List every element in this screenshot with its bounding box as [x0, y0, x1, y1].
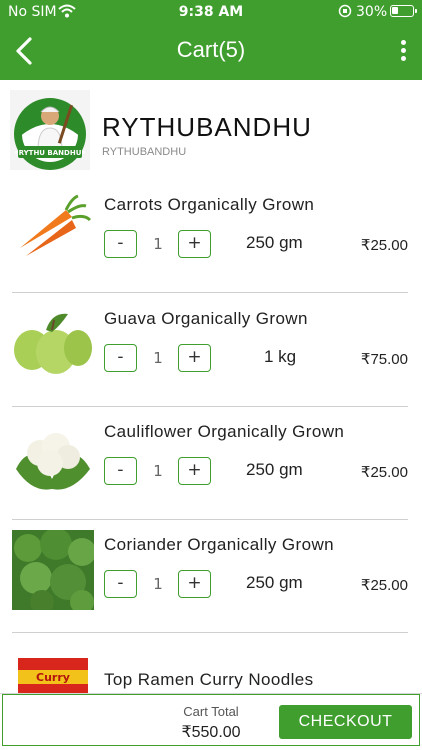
quantity-value: 1	[153, 575, 163, 593]
quantity-value: 1	[153, 349, 163, 367]
svg-text:Curry: Curry	[36, 671, 70, 684]
item-unit: 250 gm	[246, 233, 303, 252]
more-menu-button[interactable]	[398, 38, 408, 64]
store-subtitle: RYTHUBANDHU	[102, 146, 187, 158]
battery-icon	[390, 5, 417, 17]
noodles-image: Curry	[12, 658, 94, 694]
increase-quantity-button[interactable]: +	[178, 230, 211, 258]
item-name: Top Ramen Curry Noodles	[104, 670, 314, 689]
increase-quantity-button[interactable]: +	[178, 457, 211, 485]
item-price: ₹25.00	[360, 577, 408, 594]
guava-image	[12, 304, 94, 384]
quantity-value: 1	[153, 235, 163, 253]
app-header: No SIM 9:38 AM 30% Cart(5)	[0, 0, 422, 80]
store-header: •RYTHU BANDHU• RYTHUBANDHU RYTHUBANDHU	[0, 80, 422, 180]
cart-item: Cauliflower Organically Grown - 1 + 250 …	[0, 407, 422, 520]
item-price: ₹25.00	[360, 464, 408, 481]
divider	[12, 292, 408, 293]
quantity-value: 1	[153, 462, 163, 480]
decrease-quantity-button[interactable]: -	[104, 570, 137, 598]
divider	[12, 632, 408, 633]
cart-item: Curry Top Ramen Curry Noodles	[0, 634, 422, 694]
cart-item: Carrots Organically Grown - 1 + 250 gm ₹…	[0, 180, 422, 293]
item-unit: 250 gm	[246, 460, 303, 479]
checkout-button[interactable]: CHECKOUT	[279, 705, 412, 739]
page-title: Cart(5)	[176, 37, 246, 62]
decrease-quantity-button[interactable]: -	[104, 457, 137, 485]
battery-percent: 30%	[356, 4, 388, 20]
item-name: Carrots Organically Grown	[104, 195, 315, 214]
cart-total-value: ₹550.00	[181, 724, 241, 741]
decrease-quantity-button[interactable]: -	[104, 230, 137, 258]
store-logo: •RYTHU BANDHU•	[10, 90, 90, 170]
svg-text:•RYTHU BANDHU•: •RYTHU BANDHU•	[14, 149, 86, 157]
increase-quantity-button[interactable]: +	[178, 570, 211, 598]
store-name: RYTHUBANDHU	[102, 112, 312, 142]
increase-quantity-button[interactable]: +	[178, 344, 211, 372]
cart-item: Guava Organically Grown - 1 + 1 kg ₹75.0…	[0, 294, 422, 407]
item-price: ₹75.00	[360, 351, 408, 368]
item-price: ₹25.00	[360, 237, 408, 254]
more-vertical-icon	[400, 40, 406, 45]
item-unit: 250 gm	[246, 573, 303, 592]
item-unit: 1 kg	[264, 347, 297, 366]
carrot-image	[12, 190, 94, 270]
nav-bar: Cart(5)	[0, 26, 422, 76]
cart-footer: Cart Total ₹550.00 CHECKOUT	[0, 693, 422, 750]
item-name: Coriander Organically Grown	[104, 535, 334, 554]
item-name: Guava Organically Grown	[104, 309, 308, 328]
status-bar: No SIM 9:38 AM 30%	[0, 0, 422, 24]
coriander-image	[12, 528, 96, 614]
rotation-lock-icon	[338, 3, 352, 23]
decrease-quantity-button[interactable]: -	[104, 344, 137, 372]
cart-item: Coriander Organically Grown - 1 + 250 gm…	[0, 520, 422, 633]
cart-total-label: Cart Total	[183, 704, 239, 719]
cauliflower-image	[12, 417, 94, 497]
item-name: Cauliflower Organically Grown	[104, 422, 345, 441]
